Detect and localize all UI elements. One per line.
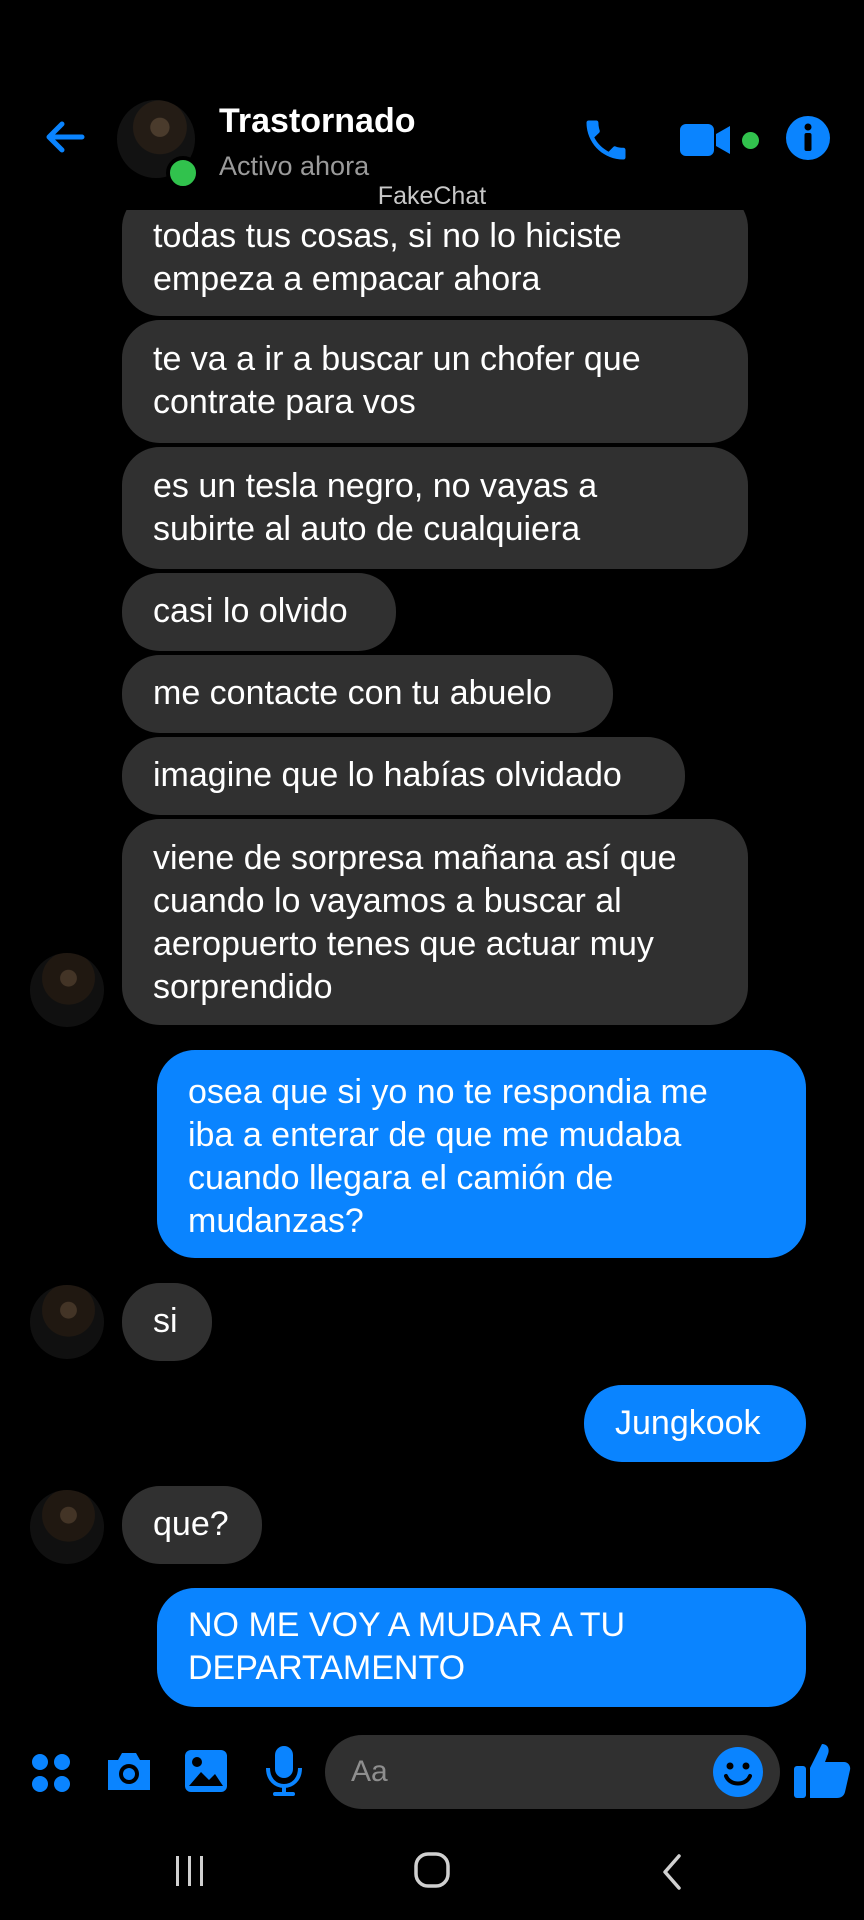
contact-avatar[interactable]	[30, 953, 104, 1027]
contact-avatar[interactable]	[30, 1285, 104, 1359]
message-bubble-incoming[interactable]: si	[122, 1283, 212, 1361]
recent-apps-icon[interactable]	[170, 1852, 210, 1890]
emoji-icon[interactable]	[712, 1746, 764, 1798]
message-bubble-outgoing[interactable]: Jungkook	[584, 1385, 806, 1462]
back-arrow-icon[interactable]	[40, 112, 90, 162]
home-icon[interactable]	[410, 1848, 454, 1892]
contact-status: Activo ahora	[219, 151, 370, 181]
message-bubble-outgoing[interactable]: osea que si yo no te respondia me iba a …	[157, 1050, 806, 1258]
message-bubble-incoming[interactable]: imagine que lo habías olvidado	[122, 737, 685, 815]
image-icon[interactable]	[183, 1748, 229, 1794]
apps-icon[interactable]	[30, 1752, 72, 1794]
video-camera-icon[interactable]	[678, 120, 734, 160]
message-bubble-incoming[interactable]: viene de sorpresa mañana así que cuando …	[122, 819, 748, 1025]
chat-header: Trastornado Activo ahora	[0, 0, 864, 210]
message-bubble-incoming[interactable]: casi lo olvido	[122, 573, 396, 651]
video-active-dot	[742, 132, 759, 149]
watermark: FakeChat	[377, 182, 487, 210]
message-bubble-incoming[interactable]: te va a ir a buscar un chofer que contra…	[122, 320, 748, 443]
message-bubble-incoming[interactable]: que?	[122, 1486, 262, 1564]
microphone-icon[interactable]	[264, 1744, 304, 1798]
message-bubble-incoming[interactable]: me contacte con tu abuelo	[122, 655, 613, 733]
message-thread[interactable]: todas tus cosas, si no lo hiciste empeza…	[0, 0, 864, 1720]
contact-name[interactable]: Trastornado	[219, 102, 415, 141]
phone-icon[interactable]	[580, 114, 632, 166]
info-icon[interactable]	[785, 115, 831, 161]
message-input-placeholder: Aa	[351, 1755, 388, 1788]
contact-avatar[interactable]	[30, 1490, 104, 1564]
message-bubble-incoming[interactable]: es un tesla negro, no vayas a subirte al…	[122, 447, 748, 569]
nav-back-icon[interactable]	[655, 1852, 689, 1892]
message-bubble-outgoing[interactable]: NO ME VOY A MUDAR A TU DEPARTAMENTO	[157, 1588, 806, 1707]
like-icon[interactable]	[790, 1738, 854, 1802]
camera-icon[interactable]	[104, 1748, 154, 1794]
